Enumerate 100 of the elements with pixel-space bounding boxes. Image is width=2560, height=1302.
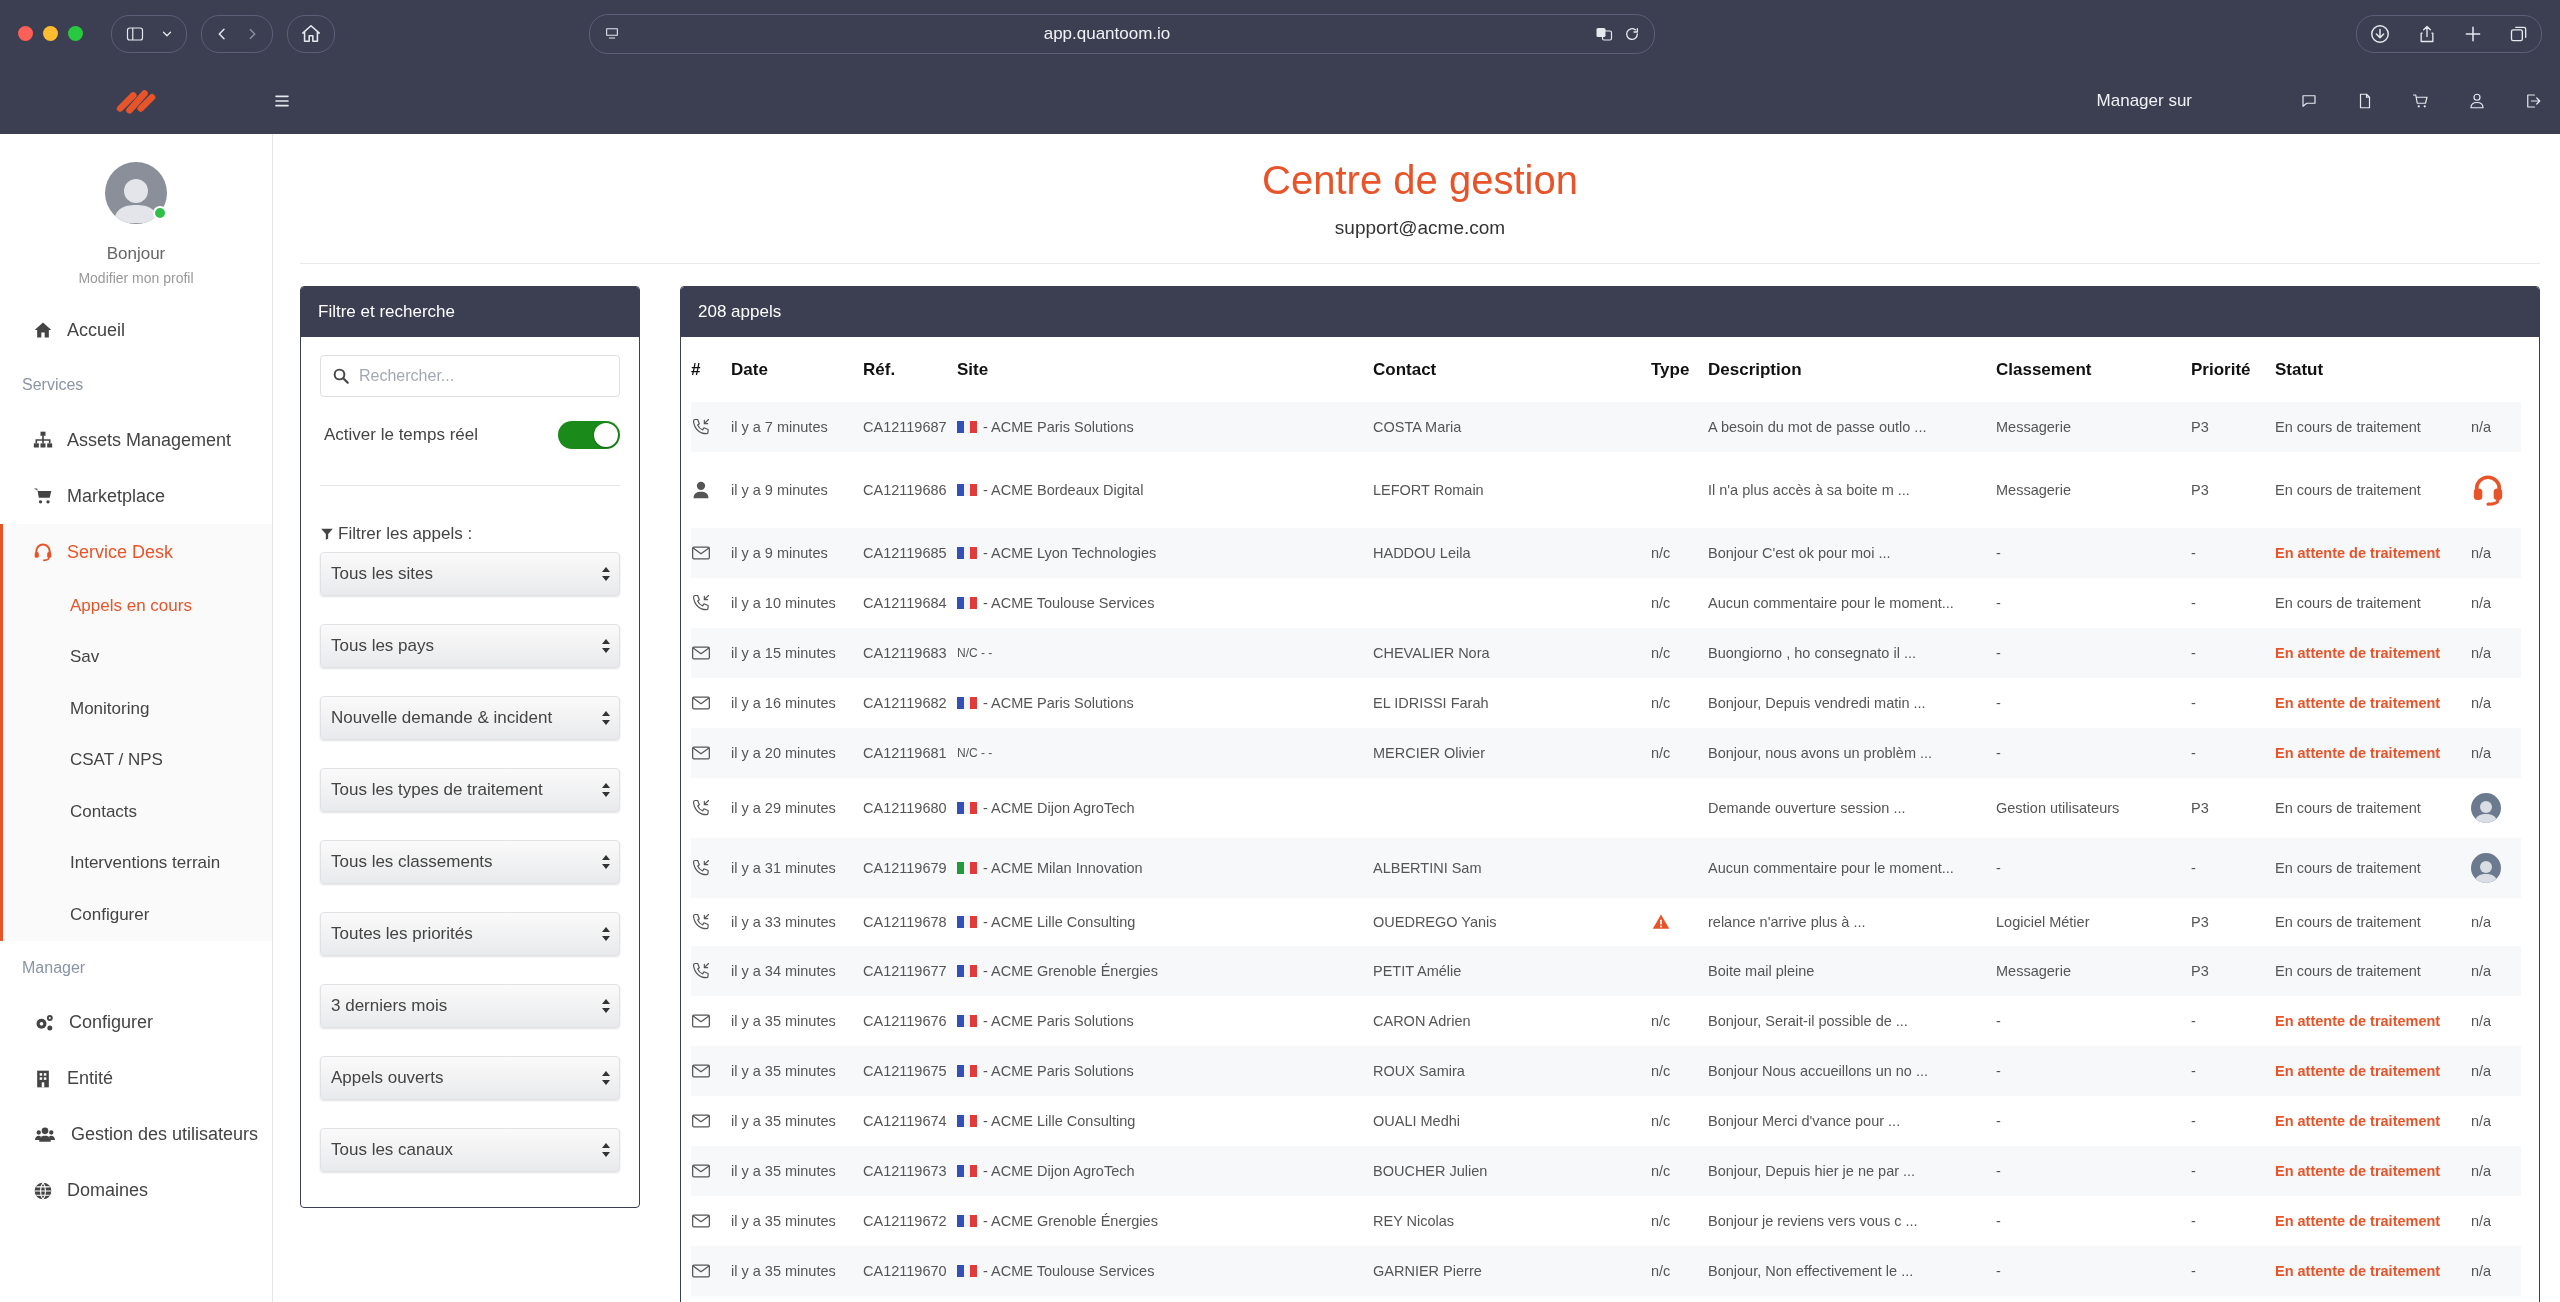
table-cell-text: CA12119681 [863,745,948,761]
nav-subitem[interactable]: CSAT / NPS [3,734,272,786]
column-header[interactable]: Classement [1996,359,2191,380]
sort-arrows-icon [601,1070,611,1086]
nav-item[interactable]: Gestion des utilisateurs [0,1106,272,1163]
nav-item[interactable]: Assets Management [0,412,272,468]
address-bar[interactable]: app.quantoom.io [589,13,1655,54]
nav-subitem[interactable]: Configurer [3,889,272,941]
nav-item[interactable]: Configurer [0,994,272,1051]
sort-arrows-icon [601,710,611,726]
table-cell-text: - [2191,1063,2197,1079]
minimize-button[interactable] [43,26,58,41]
table-row[interactable]: il y a 9 minutes CA12119685 - ACME Lyon Technologies HADDOU Leila n/c Bonjour C'est ok pour moi ... - - En attente de traitement n/a [691,528,2521,578]
sidebar-button[interactable] [111,14,187,53]
table-cell-text: Bonjour C'est ok pour moi ... [1708,545,1892,561]
table-cell-text: - [1996,645,2002,661]
table-row[interactable]: il y a 34 minutes CA12119677 - ACME Grenoble Énergies PETIT Amélie Boite mail pleine Messagerie P3 En cours de traitement n/a [691,946,2521,996]
column-header[interactable]: Statut [2275,359,2471,380]
filter-select[interactable]: Toutes les priorités [320,912,620,956]
nav-item[interactable]: Service Desk [3,524,272,580]
table-cell: - ACME Paris Solutions [983,1063,1134,1079]
table-cell-text: Bonjour je reviens vers vous c ... [1708,1213,1919,1229]
table-cell-text: Bonjour, Depuis hier je ne par ... [1708,1163,1917,1179]
cart-icon[interactable] [2412,91,2430,110]
table-row[interactable]: il y a 33 minutes CA12119678 - ACME Lille Consulting OUEDREGO Yanis relance n'arrive plus à ... Logiciel Métier P3 En cours de traitement n/a [691,898,2521,946]
column-header[interactable]: # [691,359,731,380]
table-row[interactable]: il y a 15 minutes CA12119683 N/C - - CHEVALIER Nora n/c Buongiorno , ho consegnato il ... - - En attente de traitement n/a [691,628,2521,678]
status-text: En attente de traitement [2275,1263,2442,1279]
status-text: En attente de traitement [2275,1013,2442,1029]
table-cell-text: CA12119672 [863,1213,948,1229]
table-cell-text: il y a 34 minutes [731,963,837,979]
nav-subitem[interactable]: Monitoring [3,683,272,735]
table-cell: n/c [1651,1263,1671,1279]
nav-subitem[interactable]: Interventions terrain [3,837,272,889]
realtime-toggle[interactable] [558,421,620,449]
nav-subitem[interactable]: Contacts [3,786,272,838]
table-row[interactable]: il y a 31 minutes CA12119679 - ACME Milan Innovation ALBERTINI Sam Aucun commentaire pour le moment... - - En cours de traitement [691,838,2521,898]
table-cell: ROUX Samira [1373,1063,1465,1079]
nav-item[interactable]: Marketplace [0,468,272,524]
filter-select[interactable]: Appels ouverts [320,1056,620,1100]
column-header[interactable]: Contact [1373,359,1651,380]
table-row[interactable]: il y a 35 minutes CA12119670 - ACME Toulouse Services GARNIER Pierre n/c Bonjour, Non effectivement le ... - - En attente de traitement n/a [691,1246,2521,1296]
nav-item[interactable]: Entité [0,1050,272,1107]
column-header[interactable]: Date [731,359,863,380]
column-header[interactable]: Priorité [2191,359,2275,380]
table-row[interactable]: il y a 29 minutes CA12119680 - ACME Dijon AgroTech Demande ouverture session ... Gestion utilisateurs P3 En cours de traitement [691,778,2521,838]
filter-select[interactable]: Tous les pays [320,624,620,668]
nav-subitem[interactable]: Sav [3,631,272,683]
table-cell-text: il y a 20 minutes [731,745,837,761]
table-row[interactable]: il y a 16 minutes CA12119682 - ACME Paris Solutions EL IDRISSI Farah n/c Bonjour, Depuis vendredi matin ... - - En attente de traitement n/a [691,678,2521,728]
table-row[interactable]: il y a 35 minutes CA12119674 - ACME Lille Consulting OUALI Medhi n/c Bonjour Merci d'vance pour ... - - En attente de traitement n/a [691,1096,2521,1146]
column-header[interactable]: Type [1651,359,1708,380]
nav-item[interactable]: Domaines [0,1162,272,1219]
table-cell-text: il y a 35 minutes [731,1213,837,1229]
download-icon[interactable] [2369,22,2391,45]
page-subtitle: support@acme.com [1333,217,1507,239]
table-cell-text: - [1996,1013,2002,1029]
table-row[interactable]: il y a 7 minutes CA12119687 - ACME Paris Solutions COSTA Maria A besoin du mot de passe outlo ... Messagerie P3 En cours de traitement n/a [691,402,2521,452]
table-cell-text: il y a 33 minutes [731,914,837,930]
search-field[interactable]: Rechercher... [320,355,620,397]
column-header[interactable]: Description [1708,359,1996,380]
table-row[interactable]: il y a 35 minutes CA12119673 - ACME Dijon AgroTech BOUCHER Julien n/c Bonjour, Depuis hier je ne par ... - - En attente de traitement n/a [691,1146,2521,1196]
table-cell-text: - [1996,1263,2002,1279]
table-row[interactable]: il y a 10 minutes CA12119684 - ACME Toulouse Services n/c Aucun commentaire pour le moment... - - En cours de traitement n/a [691,578,2521,628]
nav-subitem[interactable]: Appels en cours [3,580,272,632]
zoom-button[interactable] [68,26,83,41]
column-header[interactable]: Site [957,359,1373,380]
table-row[interactable]: il y a 9 minutes CA12119686 - ACME Bordeaux Digital LEFORT Romain Il n'a plus accès à sa boite m ... Messagerie P3 En cours de traitement [691,452,2521,528]
filter-select[interactable]: Nouvelle demande & incident [320,696,620,740]
table-cell-text: Bonjour Nous accueillons un no ... [1708,1063,1930,1079]
status-text: En attente de traitement [2275,545,2442,561]
table-cell: n/c [1651,645,1671,661]
table-cell: - ACME Lille Consulting [983,914,1136,930]
filter-select[interactable]: 3 derniers mois [320,984,620,1028]
status-text: En attente de traitement [2275,1163,2442,1179]
table-cell: ALBERTINI Sam [1373,860,1482,876]
table-cell-text: il y a 9 minutes [731,482,829,498]
avatar [2471,793,2501,823]
table-cell-text: il y a 35 minutes [731,1263,837,1279]
filter-select[interactable]: Tous les canaux [320,1128,620,1172]
table-cell-text: il y a 9 minutes [731,545,829,561]
table-cell: LEFORT Romain [1373,482,1484,498]
column-header[interactable]: Réf. [863,359,957,380]
filter-select[interactable]: Tous les types de traitement [320,768,620,812]
table-cell-text: Logiciel Métier [1996,914,2091,930]
sidebar-icon [124,24,146,43]
table-cell: OUALI Medhi [1373,1113,1461,1129]
table-row[interactable]: il y a 35 minutes CA12119676 - ACME Paris Solutions CARON Adrien n/c Bonjour, Serait-il possible de ... - - En attente de traitement n/a [691,996,2521,1046]
logout-icon[interactable] [2524,91,2542,110]
filter-select[interactable]: Tous les sites [320,552,620,596]
table-cell-text: il y a 16 minutes [731,695,837,711]
close-button[interactable] [18,26,33,41]
table-row[interactable]: il y a 35 minutes CA12119675 - ACME Paris Solutions ROUX Samira n/c Bonjour Nous accueillons un no ... - - En attente de traitement n/a [691,1046,2521,1096]
filter-select[interactable]: Tous les classements [320,840,620,884]
user-icon[interactable] [2468,91,2486,110]
table-row[interactable]: il y a 35 minutes CA12119672 - ACME Grenoble Énergies REY Nicolas n/c Bonjour je reviens vers vous c ... - - En attente de traitement n/a [691,1196,2521,1246]
table-row[interactable]: il y a 20 minutes CA12119681 N/C - - MERCIER Olivier n/c Bonjour, nous avons un problèm ... - - En attente de traitement n/a [691,728,2521,778]
nav-item[interactable]: Accueil [0,302,272,358]
table-cell: n/a [2471,695,2492,711]
home-button[interactable] [287,14,335,53]
